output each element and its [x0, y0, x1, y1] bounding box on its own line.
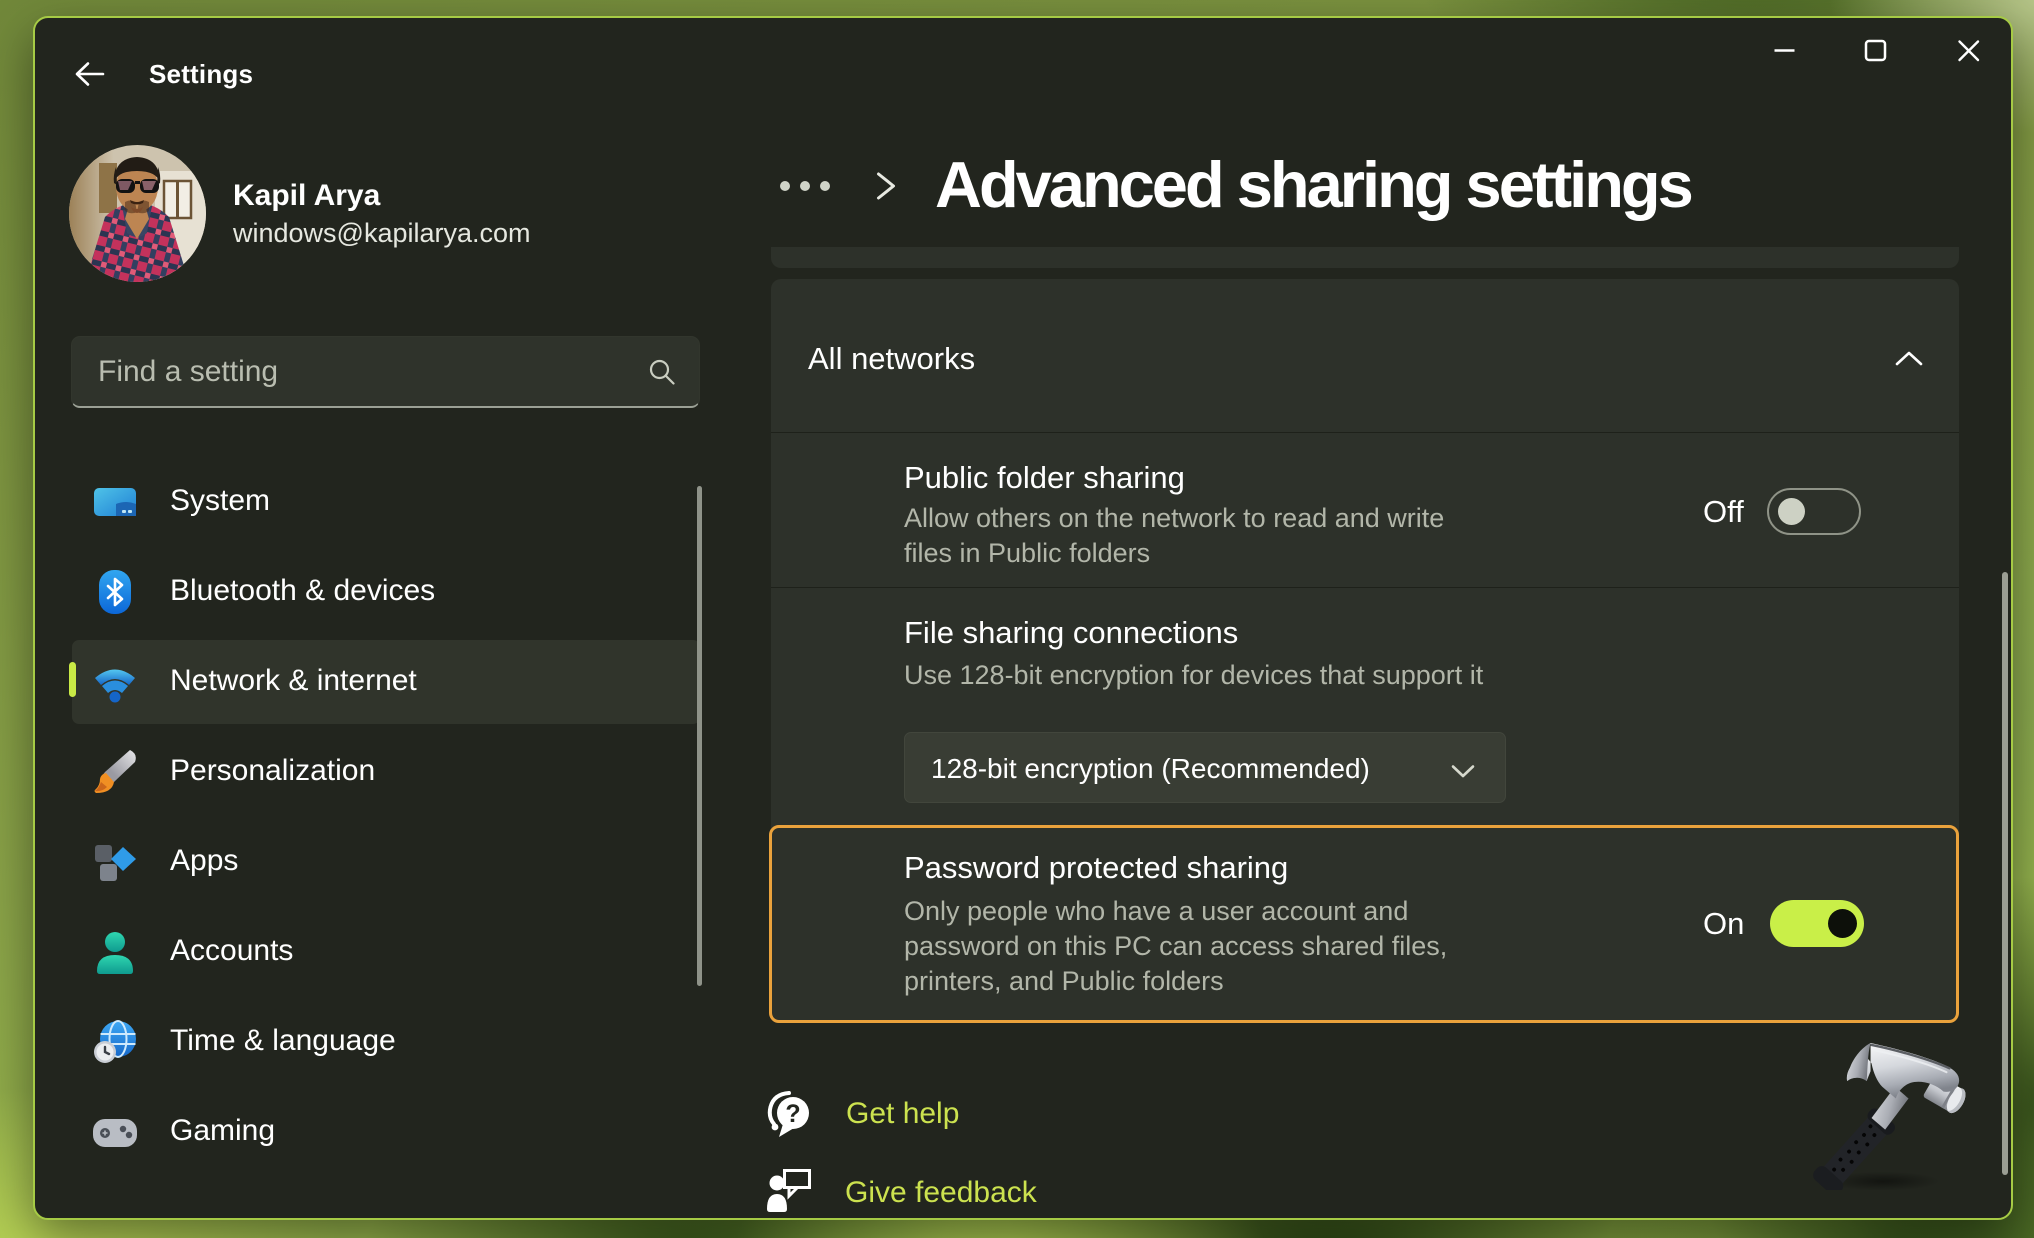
svg-text:?: ? [785, 1100, 800, 1128]
